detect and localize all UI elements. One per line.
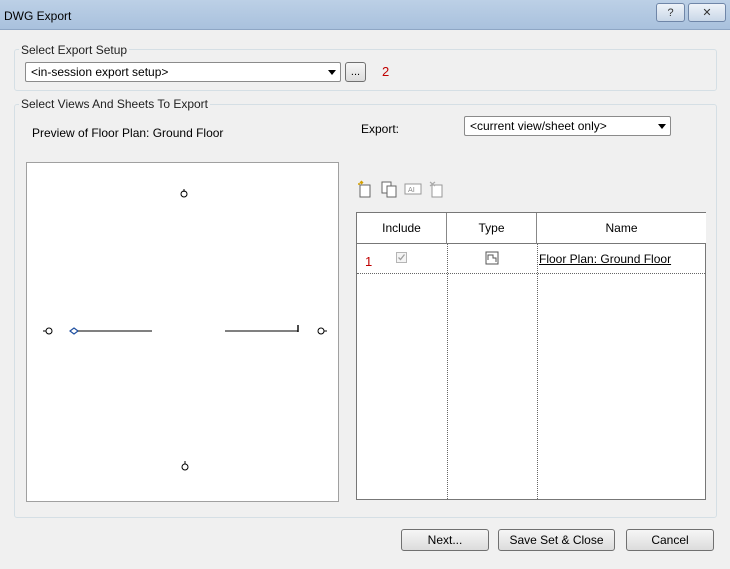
chevron-down-icon xyxy=(328,70,336,75)
export-setup-value: <in-session export setup> xyxy=(31,65,169,79)
views-group-label: Select Views And Sheets To Export xyxy=(19,97,211,111)
chevron-down-icon xyxy=(658,124,666,129)
elevation-marker-top-icon xyxy=(180,189,188,198)
row-annotation-marker: 1 xyxy=(365,254,373,269)
selected-grip-icon xyxy=(69,327,79,335)
preview-pane[interactable] xyxy=(26,162,339,502)
export-scope-select[interactable]: <current view/sheet only> xyxy=(464,116,671,136)
help-button[interactable]: ? xyxy=(656,3,685,22)
export-setup-select[interactable]: <in-session export setup> xyxy=(25,62,341,82)
annotation-marker: 2 xyxy=(382,64,390,79)
column-header-type[interactable]: Type xyxy=(447,213,537,244)
elevation-marker-left-icon xyxy=(43,327,53,335)
window-title: DWG Export xyxy=(4,9,72,23)
elevation-marker-bottom-icon xyxy=(181,461,189,471)
column-divider xyxy=(537,244,538,499)
cancel-button[interactable]: Cancel xyxy=(626,529,714,551)
export-scope-value: <current view/sheet only> xyxy=(470,119,607,133)
checkmark-icon xyxy=(398,254,406,261)
view-name-link[interactable]: Floor Plan: Ground Floor xyxy=(539,252,671,266)
include-checkbox[interactable] xyxy=(396,252,407,263)
save-set-close-button[interactable]: Save Set & Close xyxy=(498,529,615,551)
title-bar: DWG Export ? ✕ xyxy=(0,0,730,30)
next-button[interactable]: Next... xyxy=(401,529,489,551)
rename-set-icon[interactable]: AI xyxy=(404,180,422,198)
duplicate-set-icon[interactable] xyxy=(380,180,398,198)
floor-plan-type-icon xyxy=(485,251,499,265)
export-setup-group-label: Select Export Setup xyxy=(19,43,130,57)
column-divider xyxy=(447,244,448,499)
elevation-marker-right-icon xyxy=(317,327,327,335)
save-set-close-label: Save Set & Close xyxy=(509,533,604,547)
cancel-button-label: Cancel xyxy=(651,533,689,547)
help-icon: ? xyxy=(667,6,674,19)
floor-plan-preview xyxy=(43,189,327,471)
table-row[interactable]: 1 Floor Plan: Ground Floor xyxy=(357,245,705,273)
column-header-name[interactable]: Name xyxy=(537,213,706,244)
row-divider xyxy=(357,273,705,274)
column-header-include[interactable]: Include xyxy=(357,213,447,244)
delete-set-icon[interactable] xyxy=(428,180,446,198)
browse-setup-label: ... xyxy=(350,66,361,78)
close-icon: ✕ xyxy=(702,7,712,19)
new-set-icon[interactable] xyxy=(356,180,374,198)
views-table: Include Type Name 1 Floor Plan: Ground F… xyxy=(356,212,706,500)
browse-setup-button[interactable]: ... xyxy=(345,62,366,82)
svg-text:AI: AI xyxy=(408,186,415,194)
export-label: Export: xyxy=(361,122,400,136)
close-button[interactable]: ✕ xyxy=(688,3,726,22)
preview-label: Preview of Floor Plan: Ground Floor xyxy=(32,126,224,140)
next-button-label: Next... xyxy=(427,533,463,547)
